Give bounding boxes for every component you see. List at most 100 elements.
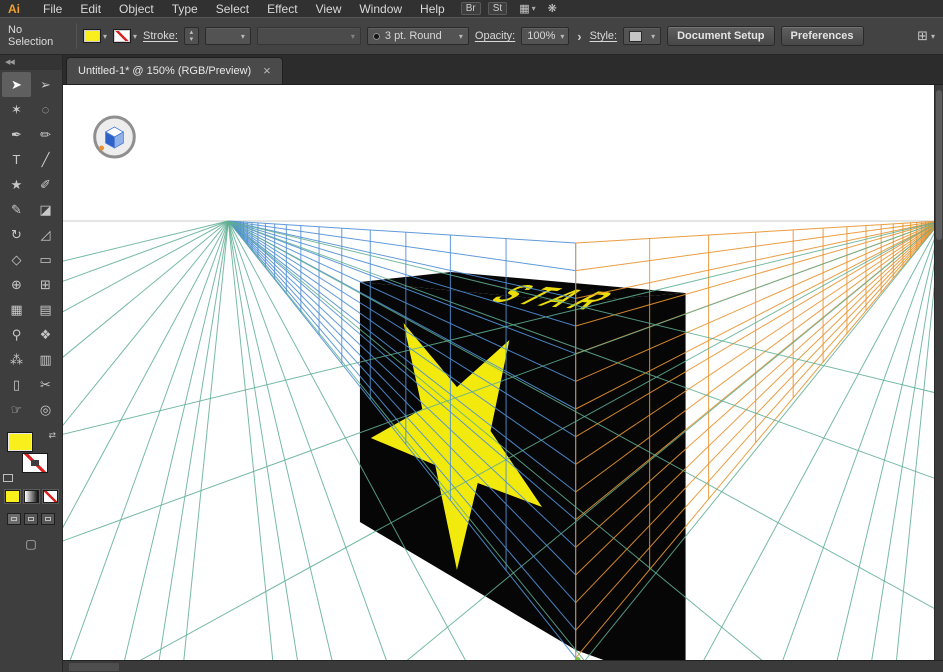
hand-tool[interactable]: ☞ [2,397,31,422]
fill-color-control[interactable]: ▾ [83,29,107,43]
draw-normal-icon[interactable] [7,513,21,525]
menu-edit[interactable]: Edit [71,2,110,16]
close-icon[interactable]: × [263,66,271,76]
stroke-weight-stepper[interactable]: ▴ ▾ [184,27,199,45]
document-tab[interactable]: Untitled-1* @ 150% (RGB/Preview) × [66,57,283,84]
widget-ground-marker[interactable] [99,146,104,151]
stroke-swatch[interactable] [22,453,48,473]
color-button[interactable] [5,490,20,503]
opacity-dropdown[interactable]: 100% ▾ [521,27,569,45]
style-label[interactable]: Style: [590,30,618,42]
chevron-down-icon[interactable]: ▾ [133,32,137,41]
tab-title: Untitled-1* @ 150% (RGB/Preview) [78,65,251,77]
star-tool[interactable]: ★ [2,172,31,197]
slice-tool[interactable]: ✂ [31,372,60,397]
arrange-documents-icon[interactable]: ▦ [519,2,529,15]
menu-select[interactable]: Select [207,2,258,16]
eraser-tool[interactable]: ◪ [31,197,60,222]
scrollbar-thumb[interactable] [936,90,942,240]
illustrator-window: Ai File Edit Object Type Select Effect V… [0,0,943,672]
stock-button[interactable]: St [488,2,507,15]
control-bar: No Selection ▾ ▾ Stroke: ▴ ▾ ▾ ▾ 3 pt. R… [0,17,943,55]
zoom-tool[interactable]: ◎ [31,397,60,422]
default-fill-stroke-icon[interactable] [3,474,13,482]
column-graph-tool[interactable]: ▥ [31,347,60,372]
selection-tool[interactable]: ➤ [2,72,31,97]
symbol-sprayer-tool[interactable]: ⁂ [2,347,31,372]
style-dropdown[interactable]: ▾ [623,27,661,45]
menu-type[interactable]: Type [163,2,207,16]
brush-definition-dropdown[interactable]: 3 pt. Round ▾ [367,27,469,45]
panel-options-control[interactable]: ⊞ ▾ [917,28,935,44]
brush-preview-icon [373,33,380,40]
draw-behind-icon[interactable] [24,513,38,525]
workspace-switcher-icon[interactable]: ❋ [548,2,557,15]
style-swatch [629,31,642,42]
stepper-down-icon[interactable]: ▾ [190,36,194,43]
stroke-weight-label[interactable]: Stroke: [143,30,178,42]
zoom-level-box[interactable] [69,663,119,671]
perspective-scene: STAR [63,85,934,660]
none-button[interactable] [43,490,58,503]
chevron-down-icon[interactable]: ▾ [532,4,536,13]
fill-stroke-controls: ⇄ [0,428,62,486]
chevron-down-icon: ▾ [241,32,245,41]
menu-help[interactable]: Help [411,2,454,16]
menu-object[interactable]: Object [110,2,163,16]
preferences-button[interactable]: Preferences [781,26,864,46]
divider [76,23,77,49]
perspective-grid-tool[interactable]: ⊞ [31,272,60,297]
blend-tool[interactable]: ❖ [31,322,60,347]
menu-window[interactable]: Window [350,2,411,16]
free-transform-tool[interactable]: ▭ [31,247,60,272]
menu-view[interactable]: View [307,2,351,16]
eyedropper-tool[interactable]: ⚲ [2,322,31,347]
gradient-tool[interactable]: ▤ [31,297,60,322]
menu-effect[interactable]: Effect [258,2,306,16]
draw-inside-icon[interactable] [41,513,55,525]
line-segment-tool[interactable]: ╱ [31,147,60,172]
mesh-tool[interactable]: ▦ [2,297,31,322]
stroke-color-swatch[interactable] [113,29,131,43]
fill-color-swatch[interactable] [83,29,101,43]
magic-wand-tool[interactable]: ✶ [2,97,31,122]
chevron-down-icon: ▾ [459,32,463,41]
tool-grid: ➤➢✶◌✒✏T╱★✐✎◪↻◿◇▭⊕⊞▦▤⚲❖⁂▥▯✂☞◎ [0,70,62,422]
rotate-tool[interactable]: ↻ [2,222,31,247]
vertical-scrollbar[interactable] [934,85,943,660]
stepper-up-icon[interactable]: ▴ [190,29,194,36]
shape-builder-tool[interactable]: ⊕ [2,272,31,297]
status-bar [63,660,943,672]
opacity-label[interactable]: Opacity: [475,30,515,42]
stroke-weight-dropdown[interactable]: ▾ [205,27,251,45]
artboard-tool[interactable]: ▯ [2,372,31,397]
direct-selection-tool[interactable]: ➢ [31,72,60,97]
pencil-tool[interactable]: ✎ [2,197,31,222]
screen-mode-icon[interactable]: ▢ [22,537,40,551]
opacity-value: 100% [527,30,555,42]
curvature-tool[interactable]: ✏ [31,122,60,147]
chevron-down-icon[interactable]: ▾ [931,32,935,41]
chevron-down-icon: ▾ [651,32,655,41]
brush-name: 3 pt. Round [385,30,442,42]
width-tool[interactable]: ◇ [2,247,31,272]
paintbrush-tool[interactable]: ✐ [31,172,60,197]
fill-swatch[interactable] [7,432,33,452]
canvas[interactable]: STAR [63,85,934,660]
stroke-color-control[interactable]: ▾ [113,29,137,43]
type-tool[interactable]: T [2,147,31,172]
scale-tool[interactable]: ◿ [31,222,60,247]
pen-tool[interactable]: ✒ [2,122,31,147]
chevron-down-icon[interactable]: ▾ [103,32,107,41]
swap-fill-stroke-icon[interactable]: ⇄ [48,430,56,441]
canvas-row: STAR [63,85,943,660]
menu-file[interactable]: File [34,2,71,16]
document-setup-button[interactable]: Document Setup [667,26,774,46]
lasso-tool[interactable]: ◌ [31,97,60,122]
collapse-panel-icon[interactable]: ◀◀ [0,55,62,70]
align-panel-icon[interactable]: ⊞ [917,28,928,44]
expand-options-button[interactable]: › [575,29,583,44]
bridge-button[interactable]: Br [461,2,481,15]
gradient-button[interactable] [24,490,39,503]
selection-status: No Selection [8,24,70,48]
